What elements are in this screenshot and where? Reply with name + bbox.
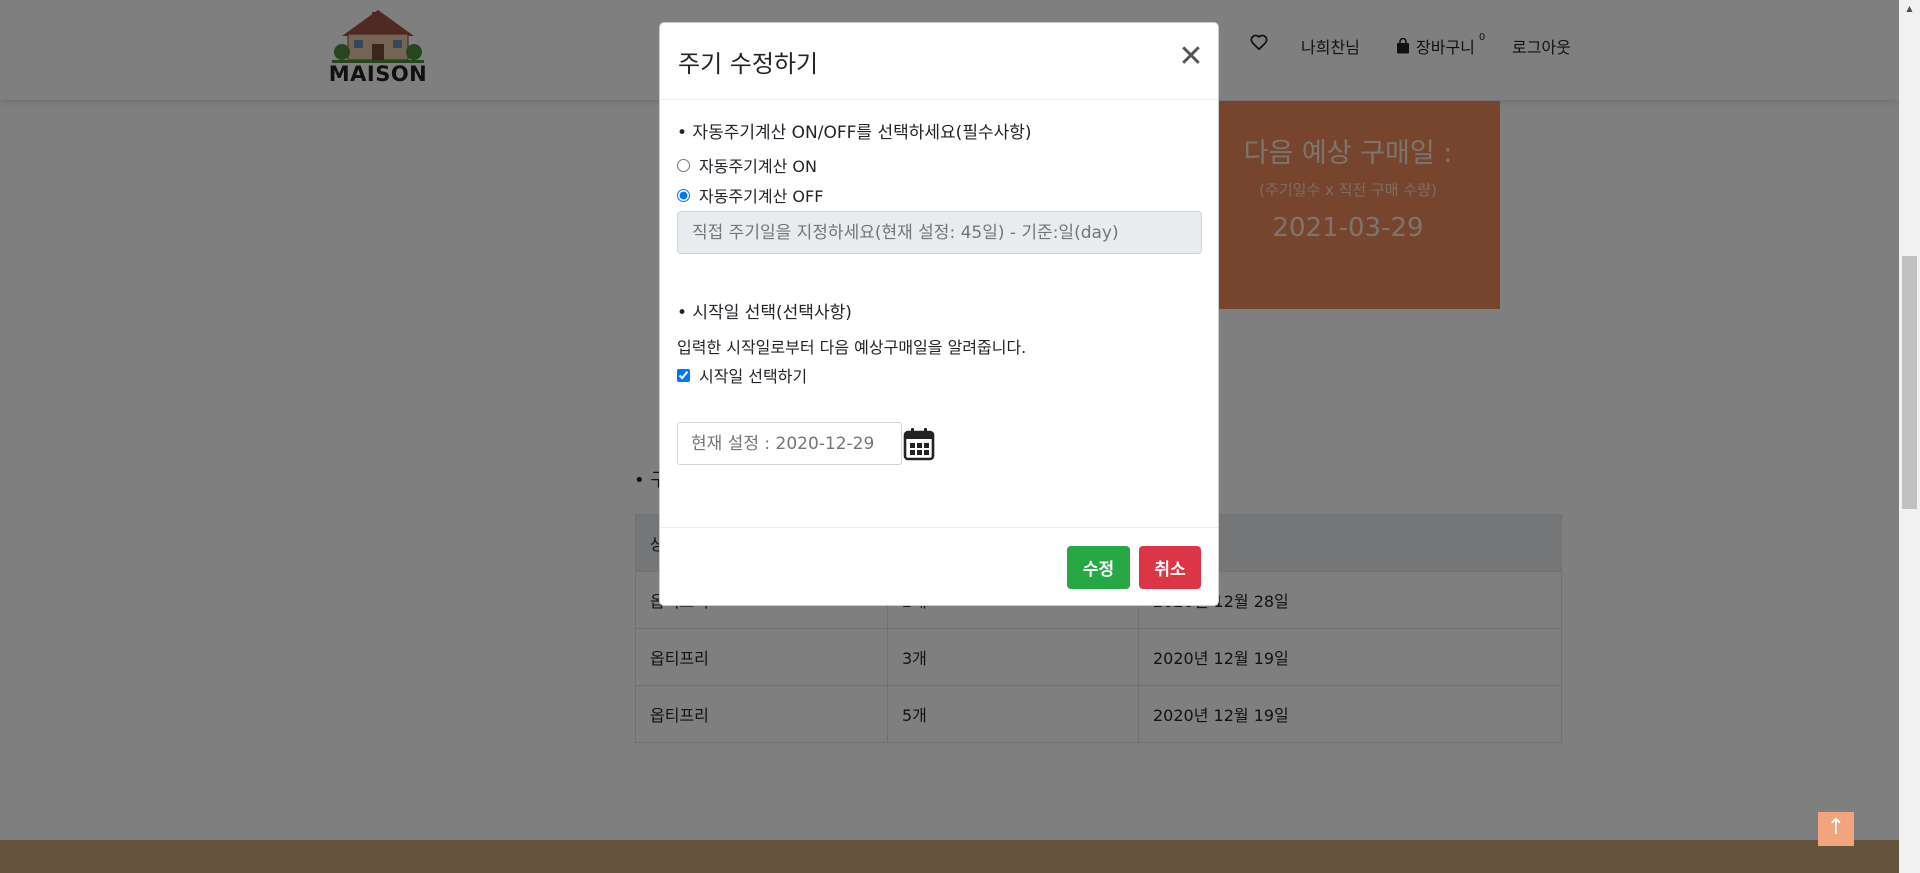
edit-cycle-modal: 주기 수정하기 ✕ • 자동주기계산 ON/OFF를 선택하세요(필수사항) 자…	[659, 22, 1219, 606]
edit-button[interactable]: 수정	[1067, 546, 1130, 589]
scroll-up-arrow-icon[interactable]: ▲	[1899, 0, 1920, 17]
vertical-scrollbar[interactable]: ▲	[1899, 0, 1920, 873]
cycle-days-input[interactable]	[677, 211, 1202, 254]
modal-title: 주기 수정하기	[678, 50, 819, 78]
start-date-checkbox-label: 시작일 선택하기	[699, 367, 808, 386]
scroll-to-top-button[interactable]: ↑	[1818, 812, 1854, 846]
radio-auto-off[interactable]: 자동주기계산 OFF	[677, 183, 823, 207]
close-icon[interactable]: ✕	[1176, 42, 1206, 72]
radio-auto-on-input[interactable]	[677, 158, 690, 172]
radio-auto-off-label: 자동주기계산 OFF	[699, 187, 824, 206]
calendar-icon[interactable]	[902, 426, 936, 462]
auto-cycle-heading: • 자동주기계산 ON/OFF를 선택하세요(필수사항)	[677, 123, 1032, 143]
modal-footer: 수정 취소	[660, 527, 1218, 607]
start-date-input[interactable]	[677, 422, 902, 465]
start-date-checkbox[interactable]: 시작일 선택하기	[677, 363, 807, 387]
radio-auto-off-input[interactable]	[677, 188, 690, 202]
start-date-description: 입력한 시작일로부터 다음 예상구매일을 알려줍니다.	[677, 338, 1027, 357]
radio-auto-on[interactable]: 자동주기계산 ON	[677, 153, 817, 177]
cancel-button[interactable]: 취소	[1139, 546, 1201, 589]
start-date-heading: • 시작일 선택(선택사항)	[677, 303, 852, 323]
scrollbar-thumb[interactable]	[1902, 256, 1917, 509]
modal-header: 주기 수정하기 ✕	[660, 23, 1218, 100]
start-date-checkbox-input[interactable]	[677, 368, 690, 382]
radio-auto-on-label: 자동주기계산 ON	[699, 157, 817, 176]
